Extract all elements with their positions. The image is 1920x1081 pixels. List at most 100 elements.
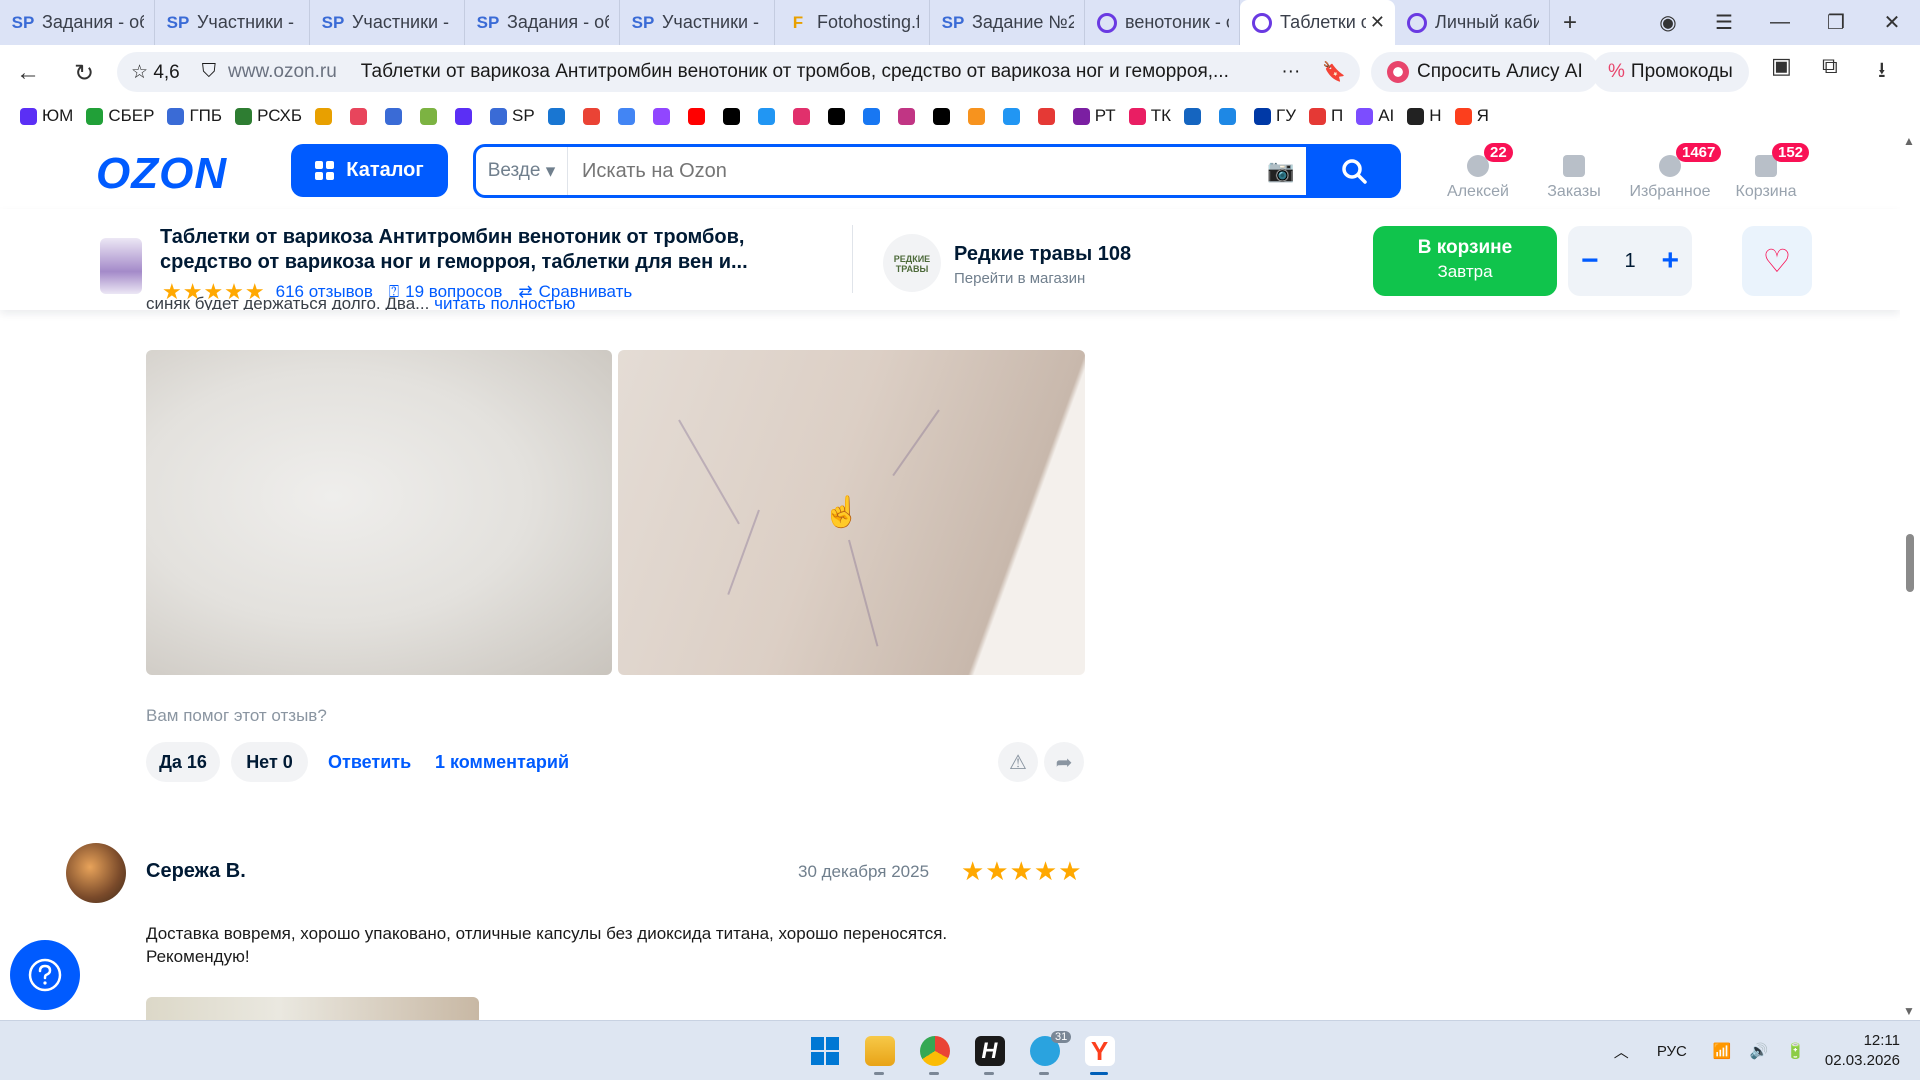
bookmark-item[interactable] [420,107,442,125]
bookmark-item[interactable] [455,107,477,125]
shop-name[interactable]: Редкие травы 108 [954,243,1131,266]
reload-icon[interactable]: ↻ [56,59,112,88]
site-rating[interactable]: ☆ 4,6 [131,61,180,84]
new-tab-icon[interactable]: + [1550,9,1590,37]
tab-2[interactable]: SP Участники - г [155,0,310,45]
minimize-icon[interactable]: — [1752,11,1808,34]
h-app[interactable]: H [962,1029,1017,1075]
shop-logo[interactable]: РЕДКИЕ ТРАВЫ [883,234,941,292]
bookmark-item[interactable]: SP [490,106,535,126]
bookmark-item[interactable]: П [1309,106,1343,126]
bookmark-item[interactable] [1218,107,1241,125]
bookmark-icon[interactable]: 🔖 [1322,60,1346,84]
help-button[interactable] [10,940,80,1010]
tab-4[interactable]: SP Задания - об [465,0,620,45]
clock[interactable]: 12:11 02.03.2026 [1825,1031,1900,1071]
promo-button[interactable]: % Промокоды [1592,52,1749,92]
bookmark-item[interactable] [547,107,570,125]
bookmark-item[interactable] [315,107,337,125]
explorer-app[interactable] [852,1029,907,1075]
ozon-logo[interactable]: OZON [96,149,227,199]
bookmark-item[interactable] [385,107,407,125]
bookmark-item[interactable] [827,107,850,125]
alice-button[interactable]: Спросить Алису AI [1371,52,1599,92]
wifi-icon[interactable]: 📶 [1713,1042,1732,1060]
bookmark-item[interactable]: ЮМ [20,106,73,126]
share-icon[interactable]: ➦ [1044,742,1084,782]
tab-3[interactable]: SP Участники - г [310,0,465,45]
account-button[interactable]: 22 Алексей [1430,143,1526,201]
telegram-app[interactable]: 31 [1017,1029,1072,1075]
catalog-button[interactable]: Каталог [291,144,448,197]
extensions-icon[interactable]: ⧉ [1822,53,1838,79]
review-photo[interactable] [146,350,612,675]
bookmark-item[interactable]: ГУ [1253,106,1296,126]
favorite-button[interactable]: ♡ [1742,226,1812,296]
bookmark-item[interactable]: Я [1454,106,1489,126]
bookmark-item[interactable] [617,107,640,125]
bookmark-item[interactable]: ГПБ [167,106,222,126]
increase-button[interactable]: + [1662,244,1680,278]
restore-icon[interactable]: ❐ [1808,10,1864,35]
search-button[interactable] [1306,144,1401,198]
shop-link[interactable]: Перейти в магазин [954,270,1085,287]
cart-button[interactable]: 152 Корзина [1718,143,1814,201]
bookmark-item[interactable]: РТ [1072,106,1116,126]
image-ext-icon[interactable]: ▣ [1771,53,1792,79]
review-author[interactable]: Сережа В. [146,860,246,883]
url-field[interactable]: ☆ 4,6 ⛉ www.ozon.ru Таблетки от варикоза… [117,52,1360,92]
in-cart-button[interactable]: В корзине Завтра [1373,226,1557,296]
scroll-down-icon[interactable]: ▼ [1903,1004,1915,1018]
search-scope-select[interactable]: Везде ▾ [476,147,568,195]
tray-chevron-icon[interactable]: ︿ [1614,1041,1629,1062]
read-more-link[interactable]: читать полностью [434,294,575,310]
battery-icon[interactable]: 🔋 [1786,1042,1805,1060]
more-icon[interactable]: ··· [1281,61,1300,83]
download-icon[interactable]: ⭳ [1878,53,1886,91]
tab-8[interactable]: венотоник - о [1085,0,1240,45]
tab-active[interactable]: Таблетки о ✕ [1240,0,1395,45]
bookmark-item[interactable] [757,107,780,125]
decrease-button[interactable]: − [1581,244,1599,278]
bookmark-item[interactable] [350,107,372,125]
volume-icon[interactable]: 🔊 [1750,1042,1769,1060]
bookmark-item[interactable] [687,107,710,125]
helpful-yes-button[interactable]: Да 16 [146,742,220,782]
bookmark-item[interactable]: Н [1407,106,1442,126]
tab-5[interactable]: SP Участники - г [620,0,775,45]
orders-button[interactable]: Заказы [1526,147,1622,201]
tab-1[interactable]: SP Задания - об [0,0,155,45]
yandex-browser-app[interactable]: Y [1072,1029,1127,1075]
chrome-app[interactable] [907,1029,962,1075]
bookmark-item[interactable] [722,107,745,125]
reply-link[interactable]: Ответить [328,752,411,773]
bookmark-item[interactable] [932,107,955,125]
language-indicator[interactable]: РУС [1657,1043,1687,1060]
tab-10[interactable]: Личный каби [1395,0,1550,45]
start-button[interactable] [797,1029,852,1073]
close-icon[interactable]: ✕ [1864,10,1920,35]
back-icon[interactable]: ← [0,59,56,87]
bookmark-item[interactable] [1037,107,1060,125]
scrollbar-thumb[interactable] [1906,534,1914,592]
bookmark-item[interactable] [967,107,990,125]
bookmark-item[interactable] [582,107,605,125]
bookmark-item[interactable] [792,107,815,125]
product-thumbnail[interactable] [100,238,142,294]
helpful-no-button[interactable]: Нет 0 [231,742,308,782]
bookmark-item[interactable] [1002,107,1025,125]
bookmark-item[interactable] [862,107,885,125]
menu-icon[interactable]: ☰ [1696,10,1752,35]
bookmark-item[interactable] [897,107,920,125]
bookmark-item[interactable]: AI [1356,106,1394,126]
bookmark-item[interactable]: СБЕР [86,106,154,126]
search-input[interactable] [568,158,1256,184]
tab-7[interactable]: SP Задание №2( [930,0,1085,45]
close-tab-icon[interactable]: ✕ [1370,12,1385,33]
scroll-up-icon[interactable]: ▲ [1903,134,1915,148]
bookmark-item[interactable]: ТК [1128,106,1171,126]
bookmark-item[interactable] [652,107,675,125]
review-photo[interactable] [146,997,479,1020]
avatar[interactable] [66,843,126,903]
bookmark-item[interactable] [1183,107,1206,125]
